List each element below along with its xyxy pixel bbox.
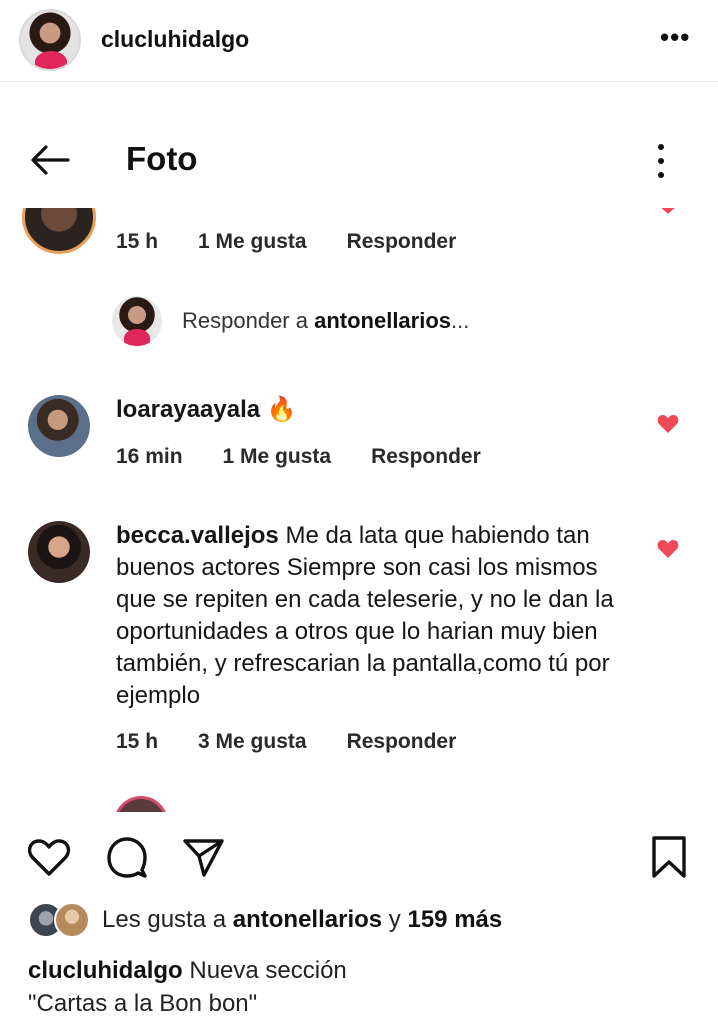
reply-link[interactable]: Responder [371,445,481,469]
comment-icon[interactable] [104,834,150,880]
comment-meta: 15 h 1 Me gusta Responder [116,230,496,254]
post-header: clucluhidalgo ••• [0,0,718,82]
comment-meta: 15 h 3 Me gusta Responder [116,730,496,754]
heart-outline-icon[interactable] [26,834,72,880]
current-user-avatar [112,296,162,346]
comment-username[interactable]: becca.vallejos [116,522,279,549]
comment-likes[interactable]: 1 Me gusta [198,230,307,254]
post-author-avatar[interactable] [19,9,81,71]
more-vertical-icon[interactable] [650,144,672,178]
likes-count[interactable]: 159 más [407,906,502,933]
caption-line-2: "Cartas a la Bon bon" [28,990,258,1017]
post-caption: clucluhidalgo Nueva sección "Cartas a la… [28,954,688,1020]
heart-filled-icon[interactable] [657,414,679,434]
comment-meta: 16 min 1 Me gusta Responder [116,445,521,469]
post-author-username[interactable]: clucluhidalgo [101,26,249,53]
status-bar-remnant [40,90,680,96]
reply-link[interactable]: Responder [347,230,457,254]
heart-filled-icon[interactable] [657,539,679,559]
heart-filled-icon[interactable] [657,208,679,224]
likes-summary[interactable]: Les gusta a antonellarios y 159 más [28,900,502,940]
comment-likes[interactable]: 3 Me gusta [198,730,307,754]
comment-username[interactable]: loarayaayala [116,396,260,423]
caption-line-1: Nueva sección [189,957,347,984]
more-horizontal-icon[interactable]: ••• [660,22,690,53]
likes-text: Les gusta a antonellarios y 159 más [102,906,503,933]
app-bar: Foto [0,130,718,190]
post-image: Foto 15 h 1 Me gusta Responder Responder… [0,90,718,812]
reply-prompt-text: Responder a antonellarios... [182,308,470,333]
caption-username[interactable]: clucluhidalgo [28,957,183,984]
comments-list: 15 h 1 Me gusta Responder Responder a an… [0,208,718,812]
comment-time: 15 h [116,230,159,253]
comment-text: Me da lata que habiendo tan buenos actor… [116,522,614,709]
reply-target-user[interactable]: antonellarios [314,308,451,333]
comment-time: 16 min [116,445,183,468]
comment-body: loarayaayala 🔥 [116,394,297,426]
send-icon[interactable] [180,834,226,880]
comment-likes[interactable]: 1 Me gusta [223,445,332,469]
comment-avatar[interactable] [28,521,90,583]
comment-time: 15 h [116,730,159,753]
post-action-bar [0,830,718,880]
comment-avatar[interactable] [22,208,96,254]
comment-avatar[interactable] [28,395,90,457]
reply-prompt[interactable]: Responder a antonellarios... [112,296,469,346]
reply-link[interactable]: Responder [347,730,457,754]
back-arrow-icon[interactable] [28,144,72,176]
fire-emoji: 🔥 [266,396,297,423]
page-title: Foto [126,140,198,177]
comment-body: becca.vallejos Me da lata que habiendo t… [116,520,636,712]
comment-avatar[interactable] [114,796,168,812]
bookmark-icon[interactable] [646,834,692,880]
liker-avatar [54,902,90,938]
liker-username[interactable]: antonellarios [233,906,382,933]
